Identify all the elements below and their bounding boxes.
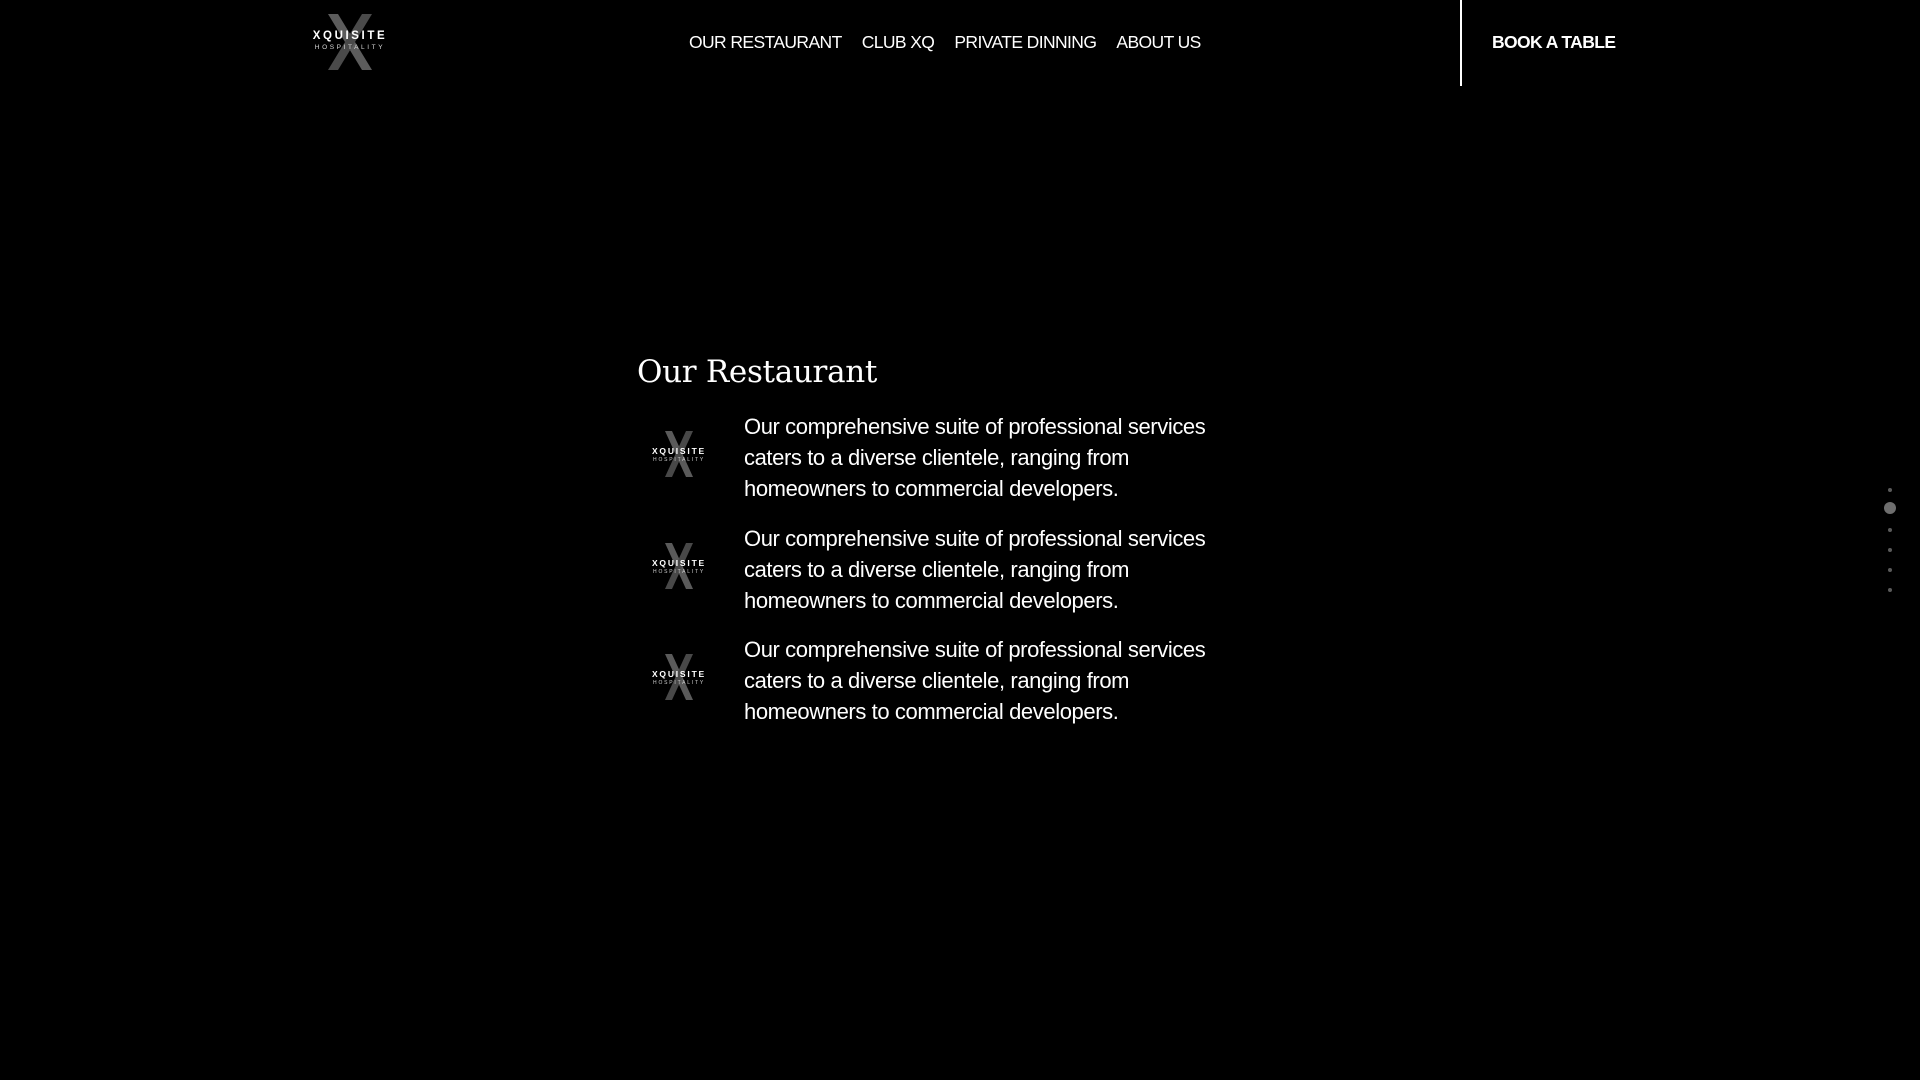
site-header: XQUISITE HOSPITALITY OUR RESTAURANT CLUB… <box>0 0 1920 86</box>
page: XQUISITE HOSPITALITY OUR RESTAURANT CLUB… <box>0 0 1920 1080</box>
main-nav: OUR RESTAURANT CLUB XQ PRIVATE DINNING A… <box>689 31 1221 53</box>
dot-nav-item-active[interactable] <box>1884 502 1896 514</box>
feature-item: XQUISITE HOSPITALITY Our comprehensive s… <box>637 523 1217 635</box>
book-a-table-button[interactable]: BOOK A TABLE <box>1492 31 1616 53</box>
feature-logo: XQUISITE HOSPITALITY <box>649 431 709 477</box>
dot-nav-item[interactable] <box>1888 528 1892 532</box>
feature-list: XQUISITE HOSPITALITY Our comprehensive s… <box>637 411 1217 746</box>
feature-logo-tagline: HOSPITALITY <box>653 457 705 463</box>
feature-logo-wordmark: XQUISITE <box>651 446 707 456</box>
feature-item: XQUISITE HOSPITALITY Our comprehensive s… <box>637 634 1217 746</box>
section-title: Our Restaurant <box>637 354 878 390</box>
feature-logo: XQUISITE HOSPITALITY <box>649 542 709 589</box>
dot-nav-item[interactable] <box>1888 568 1892 572</box>
dot-nav-item[interactable] <box>1888 588 1892 592</box>
nav-item-our-restaurant[interactable]: OUR RESTAURANT <box>689 31 842 53</box>
nav-item-about-us[interactable]: ABOUT US <box>1116 31 1201 53</box>
brand-logo[interactable]: XQUISITE HOSPITALITY <box>306 14 394 70</box>
nav-item-private-dinning[interactable]: PRIVATE DINNING <box>954 31 1097 53</box>
nav-item-club-xq[interactable]: CLUB XQ <box>862 31 935 53</box>
feature-logo-wordmark: XQUISITE <box>651 669 707 679</box>
dot-nav-item[interactable] <box>1888 548 1892 552</box>
dot-nav-item[interactable] <box>1888 488 1892 492</box>
feature-description: Our comprehensive suite of professional … <box>744 525 1206 613</box>
feature-description: Our comprehensive suite of professional … <box>744 414 1206 501</box>
logo-x-mark <box>328 14 372 70</box>
logo-wordmark: XQUISITE <box>312 30 388 42</box>
feature-item: XQUISITE HOSPITALITY Our comprehensive s… <box>637 411 1217 523</box>
feature-description: Our comprehensive suite of professional … <box>744 637 1206 724</box>
feature-logo-tagline: HOSPITALITY <box>653 568 705 575</box>
feature-logo-wordmark: XQUISITE <box>651 557 707 568</box>
feature-logo: XQUISITE HOSPITALITY <box>649 654 709 700</box>
header-divider <box>1460 0 1462 86</box>
feature-logo-tagline: HOSPITALITY <box>653 680 705 686</box>
section-dot-nav <box>1880 484 1900 596</box>
logo-tagline: HOSPITALITY <box>314 44 386 51</box>
